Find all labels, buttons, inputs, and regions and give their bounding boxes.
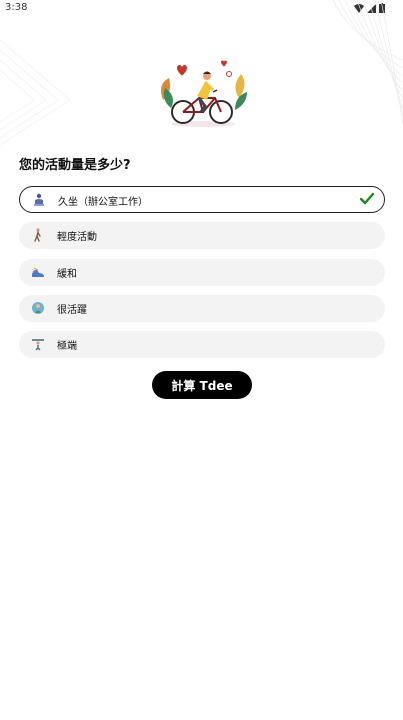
decorative-lines-right	[332, 0, 403, 125]
activity-question: 您的活動量是多少?	[19, 158, 131, 173]
option-extreme[interactable]: 極端	[19, 331, 385, 358]
option-sedentary[interactable]: 久坐（辦公室工作）	[19, 186, 385, 213]
check-icon	[360, 192, 374, 205]
status-time: 3:38	[5, 2, 28, 13]
walking-person-icon	[34, 228, 41, 242]
option-label-moderate: 緩和	[57, 269, 77, 280]
option-moderate[interactable]: 緩和	[19, 259, 385, 286]
cyclist-illustration	[161, 60, 247, 127]
option-very-active[interactable]: 很活躍	[19, 295, 385, 322]
option-light-activity[interactable]: 輕度活動	[19, 222, 385, 249]
active-person-icon	[32, 302, 44, 314]
weightlifting-icon	[32, 339, 44, 351]
option-label-extreme: 極端	[57, 341, 77, 352]
option-label-very-active: 很活躍	[57, 305, 87, 316]
option-label-sedentary: 久坐（辦公室工作）	[58, 197, 148, 208]
sitting-person-icon	[34, 193, 44, 206]
decorative-lines-left	[0, 39, 71, 146]
option-label-light-activity: 輕度活動	[57, 232, 97, 243]
calculate-tdee-button[interactable]: 計算 Tdee	[152, 371, 252, 399]
running-shoe-icon	[32, 267, 44, 277]
